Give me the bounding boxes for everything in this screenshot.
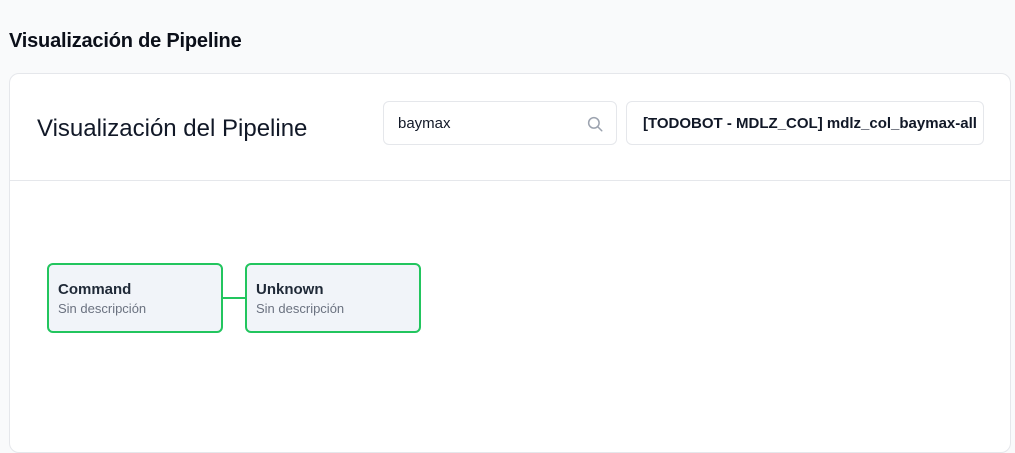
page-heading: Visualización de Pipeline [9,30,242,52]
pipeline-card: Visualización del Pipeline [TODOBOT - MD… [9,73,1011,453]
pipeline-select[interactable]: [TODOBOT - MDLZ_COL] mdlz_col_baymax-all [626,101,984,145]
pipeline-canvas[interactable]: Command Sin descripción Unknown Sin desc… [10,182,1010,452]
search-icon[interactable] [586,115,604,133]
pipeline-edge [223,297,247,299]
card-header: Visualización del Pipeline [TODOBOT - MD… [10,74,1010,181]
card-title: Visualización del Pipeline [37,115,308,142]
node-description: Sin descripción [256,301,345,316]
pipeline-node[interactable]: Command Sin descripción [47,263,223,333]
search-box [383,101,617,145]
node-title: Unknown [256,281,324,298]
pipeline-select-value: [TODOBOT - MDLZ_COL] mdlz_col_baymax-all [643,114,977,132]
search-input[interactable] [384,102,616,144]
node-description: Sin descripción [58,301,147,316]
node-title: Command [58,281,132,298]
pipeline-node[interactable]: Unknown Sin descripción [245,263,421,333]
